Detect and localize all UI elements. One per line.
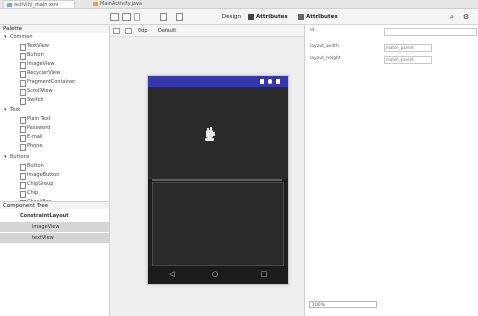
prop-row-layout-width: layout_width match_parent [304,43,478,52]
tab-bar: activity_main.xml MainActivity.java [0,0,478,9]
tab-activity-main[interactable]: activity_main.xml [3,0,75,8]
component-tree-header: Component Tree [0,201,109,209]
java-file-icon [93,2,98,6]
zoom-dropdown[interactable]: 100% [309,301,377,308]
split-view-icon[interactable] [298,14,304,20]
tree-item-textview[interactable]: textView [0,233,109,243]
attributes-header: Attributes [306,14,338,20]
id-field[interactable] [384,28,477,36]
palette-item[interactable]: ImageView [0,60,109,69]
palette-item[interactable]: Button [0,51,109,60]
margin-field[interactable]: 0dp [138,27,148,35]
pin-icon[interactable] [176,13,183,21]
search-icon[interactable]: ⌕ [450,13,458,21]
palette-item[interactable]: Button [0,162,109,171]
palette-item[interactable]: Plain Text [0,115,109,124]
prop-row-layout-height: layout_height match_parent [304,55,478,64]
chevron-down-icon: ▾ [4,34,7,40]
text-view-preview[interactable] [152,182,284,266]
palette-item[interactable]: FragmentContainer [0,78,109,87]
eye-icon[interactable] [160,13,167,21]
tab-label: activity_main.xml [14,2,59,8]
palette-group-buttons[interactable]: ▾ Buttons [0,153,109,162]
palette-group-common[interactable]: ▾ Common [0,33,109,42]
attributes-icon [248,14,254,20]
back-icon[interactable]: ◁ [167,270,177,278]
tree-item-constraintlayout[interactable]: ConstraintLayout [0,211,109,221]
layout-width-field[interactable]: match_parent [384,44,432,52]
palette-item[interactable]: Switch [0,96,109,105]
tree-item-imageview[interactable]: imageView [0,222,109,232]
palette-item[interactable]: ScrollView [0,87,109,96]
design-mode-button[interactable]: Design [222,13,241,21]
palette-header: Palette [0,25,109,33]
layout-divider [152,179,282,181]
chevron-down-icon: ▾ [4,107,7,113]
attributes-panel [304,25,478,316]
eye-icon[interactable] [113,28,120,34]
editor-toolbar: Design Attributes Attributes ⌕ ⚙ [0,9,478,25]
pan-icon[interactable] [122,13,131,21]
android-icon [205,127,215,141]
home-icon[interactable]: ○ [210,270,220,278]
palette-group-text[interactable]: ▾ Text [0,106,109,115]
magnet-icon[interactable] [134,13,140,21]
tab-label: MainActivity.java [100,1,142,7]
palette-item[interactable]: Chip [0,189,109,198]
left-panel: Palette ▾ Common TextView Button ImageVi… [0,25,110,316]
design-toolbar: 0dp Default [110,25,304,37]
palette-item[interactable]: RecyclerView [0,69,109,78]
tab-main-activity[interactable]: MainActivity.java [90,0,160,8]
device-status-bar [148,76,288,87]
prop-row-id: id [304,27,478,36]
layout-icon[interactable] [110,13,119,21]
xml-file-icon [7,3,12,7]
default-dropdown[interactable]: Default [158,27,176,35]
palette-item[interactable]: ChipGroup [0,180,109,189]
wifi-icon [260,79,264,84]
chevron-down-icon: ▾ [4,154,7,160]
palette-item[interactable]: E-mail [0,133,109,142]
palette-item[interactable]: ImageButton [0,171,109,180]
signal-icon [268,79,272,84]
palette-item[interactable]: TextView [0,42,109,51]
image-view-preview[interactable] [148,87,288,179]
palette-item[interactable]: Password [0,124,109,133]
magnet-icon[interactable] [125,28,132,34]
layout-height-field[interactable]: match_parent [384,56,432,64]
attributes-tab[interactable]: Attributes [256,13,288,21]
palette-item[interactable]: Phone [0,142,109,151]
battery-icon [276,79,280,84]
recents-icon[interactable]: □ [259,270,269,278]
settings-icon[interactable]: ⚙ [463,13,471,21]
